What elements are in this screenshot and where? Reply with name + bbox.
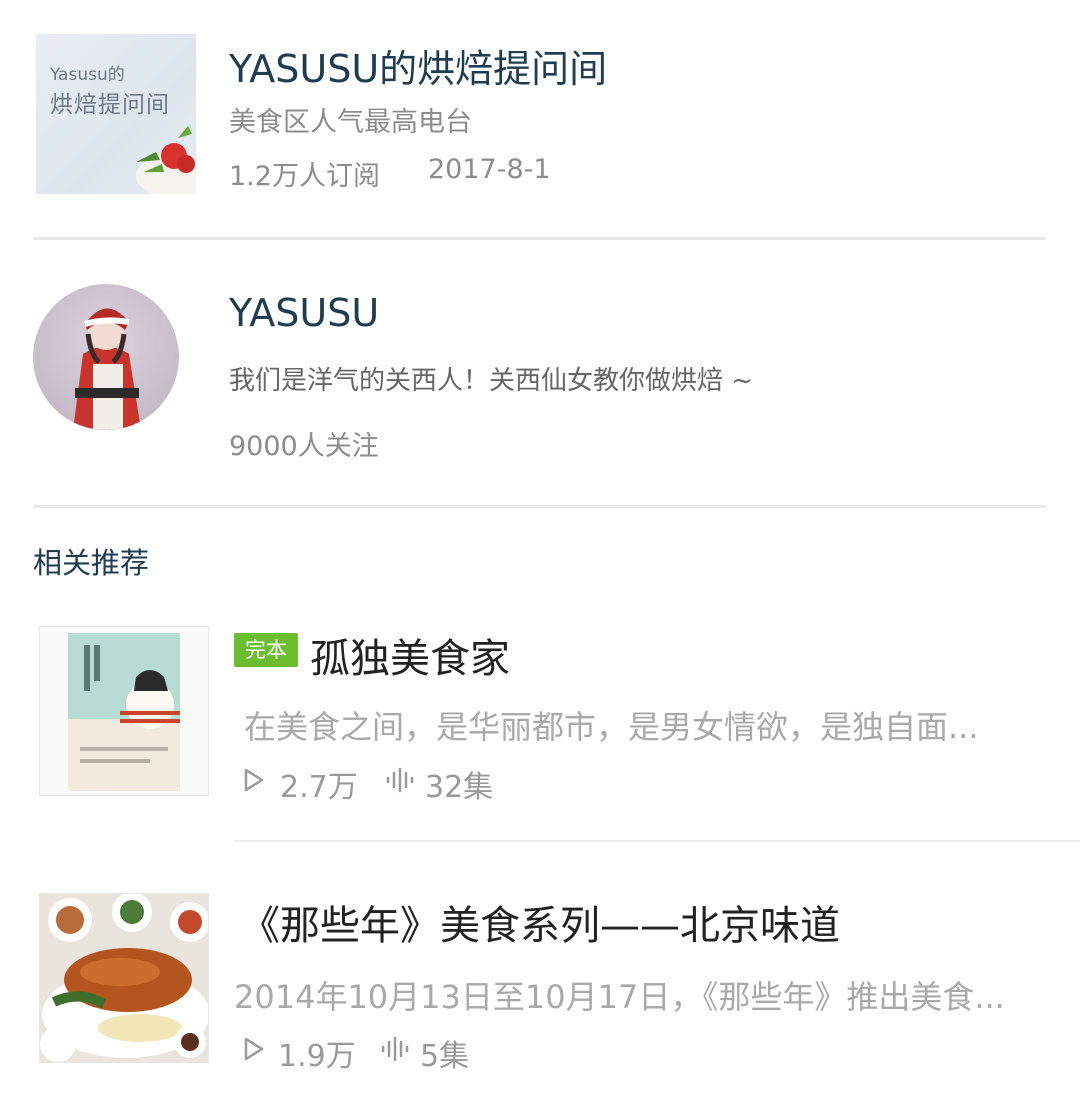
- follower-count: 9000人关注: [229, 431, 379, 462]
- radio-cover-image[interactable]: Yasusu的 烘焙提问间: [36, 34, 196, 194]
- book-cover-illustration: [68, 633, 180, 791]
- album-title[interactable]: 《那些年》美食系列——北京味道: [240, 893, 840, 951]
- play-count: 1.9万: [278, 1039, 356, 1074]
- play-icon: [244, 768, 264, 792]
- section-title: 相关推荐: [33, 546, 150, 580]
- divider: [234, 840, 1080, 842]
- radio-date: 2017-8-1: [428, 154, 551, 185]
- roast-duck-illustration: [40, 894, 208, 1062]
- play-count: 2.7万: [280, 770, 358, 805]
- author-bio: 我们是洋气的关西人！关西仙女教你做烘焙 ~: [229, 366, 754, 396]
- album-cover-image[interactable]: [39, 626, 209, 796]
- subscriber-count: 1.2万人订阅: [229, 161, 380, 192]
- album-title[interactable]: 孤独美食家: [310, 626, 510, 684]
- radio-title[interactable]: YASUSU的烘焙提问间: [229, 38, 607, 93]
- author-avatar[interactable]: [33, 284, 179, 430]
- episode-count: 5集: [420, 1039, 470, 1074]
- audio-wave-icon: [381, 1036, 409, 1062]
- audio-wave-icon: [386, 767, 414, 793]
- radio-subtitle: 美食区人气最高电台: [229, 107, 472, 138]
- divider: [33, 237, 1046, 240]
- cover-text-line1: Yasusu的: [50, 65, 125, 85]
- album-cover-image[interactable]: [39, 893, 209, 1063]
- strawberry-cake-art: [136, 126, 196, 194]
- completed-badge: 完本: [234, 633, 298, 667]
- album-description: 在美食之间，是华丽都市，是男女情欲，是独自面...: [244, 708, 979, 746]
- divider: [33, 505, 1046, 508]
- episode-count: 32集: [425, 770, 494, 805]
- play-icon: [244, 1037, 264, 1061]
- author-name[interactable]: YASUSU: [229, 291, 379, 335]
- santa-girl-illustration: [73, 308, 141, 430]
- album-description: 2014年10月13日至10月17日，《那些年》推出美食...: [234, 978, 1005, 1016]
